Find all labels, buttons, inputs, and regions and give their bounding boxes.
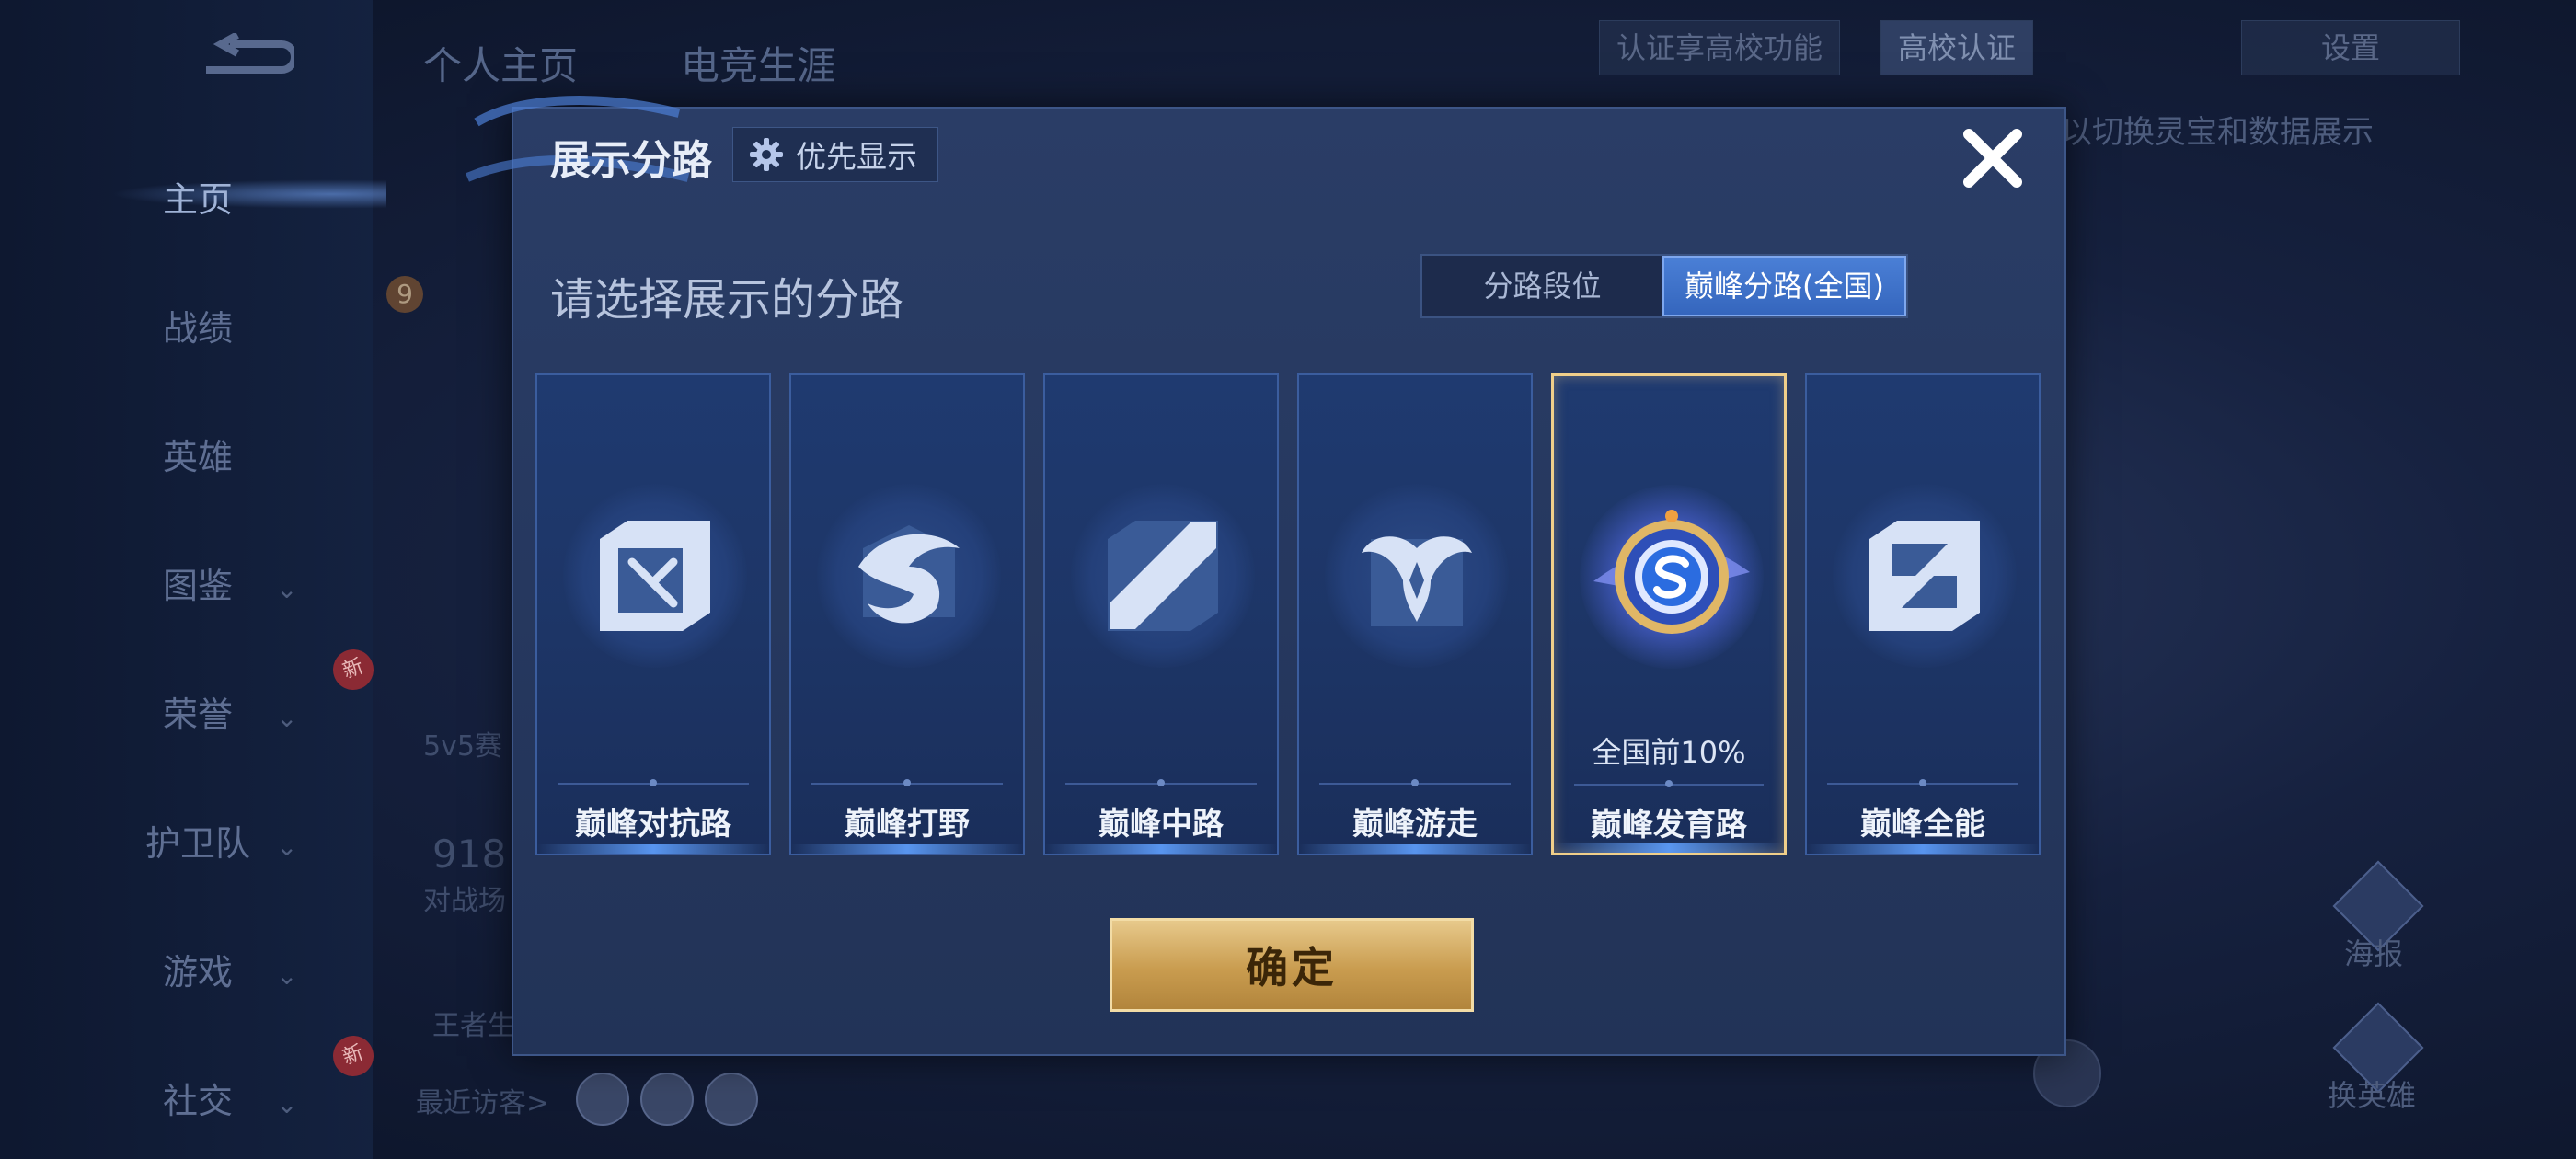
sidebar-item-codex[interactable]: 图鉴 ⌄ (138, 557, 350, 608)
recent-visitors-link[interactable]: 最近访客> (416, 1080, 549, 1120)
lane-type-toggle: 分路段位 巅峰分路(全国) (1420, 254, 1908, 318)
confirm-button[interactable]: 确定 (1110, 918, 1474, 1012)
blade-icon (1108, 521, 1218, 631)
sidebar-item-label: 图鉴 (162, 566, 233, 606)
level-badge: 9 (386, 276, 423, 313)
mode-text: 5v5赛 (423, 730, 502, 763)
tab-esports[interactable]: 电竞生涯 (681, 35, 835, 91)
lane-name: 巅峰中路 (1098, 806, 1224, 843)
emblem-icon (1593, 510, 1750, 634)
chevron-down-icon: ⌄ (276, 574, 298, 604)
stat-value: 918 (432, 832, 507, 877)
sidebar-item-label: 社交 (162, 1081, 233, 1121)
visitor-avatar[interactable] (640, 1073, 694, 1126)
lane-card-jungle[interactable]: 巅峰打野 (789, 373, 1025, 855)
king-text: 王者生 (432, 1010, 515, 1042)
card-divider (1574, 780, 1764, 787)
hint-text: 以切换灵宝和数据展示 (2061, 114, 2374, 151)
lane-rank: 全国前10% (1592, 735, 1746, 770)
chevron-down-icon: ⌄ (276, 832, 298, 862)
lane-card-all-round[interactable]: 巅峰全能 (1805, 373, 2041, 855)
card-divider (811, 779, 1003, 786)
lane-card-adc[interactable]: 全国前10% 巅峰发育路 (1551, 373, 1787, 855)
lane-card-top[interactable]: 巅峰对抗路 (535, 373, 771, 855)
lane-card-list: 巅峰对抗路 巅峰打野 巅峰中路 巅峰游走 全国前10% 巅峰发育路 巅峰全能 (535, 373, 2044, 857)
card-divider (558, 779, 749, 786)
visitor-avatar[interactable] (705, 1073, 758, 1126)
sword-icon (600, 521, 710, 631)
sidebar-item-label: 英雄 (162, 437, 233, 477)
close-icon[interactable] (1958, 123, 2028, 193)
priority-display-label: 优先显示 (796, 139, 917, 175)
card-divider (1319, 779, 1511, 786)
wings-icon (1362, 536, 1472, 626)
sidebar-item-label: 游戏 (162, 952, 233, 993)
card-divider (1827, 779, 2018, 786)
toggle-option-lane-rank[interactable]: 分路段位 (1422, 256, 1662, 316)
poster-label: 海报 (2344, 936, 2404, 971)
toggle-option-peak-lane[interactable]: 巅峰分路(全国) (1662, 256, 1906, 316)
stat-label: 对战场 (423, 885, 506, 917)
chevron-down-icon: ⌄ (276, 703, 298, 733)
chevron-down-icon: ⌄ (276, 1089, 298, 1119)
priority-display-button[interactable]: 优先显示 (732, 127, 938, 182)
confirm-label: 确定 (1246, 943, 1338, 993)
sidebar-item-guard[interactable]: 护卫队 ⌄ (138, 815, 350, 866)
lane-card-support[interactable]: 巅峰游走 (1297, 373, 1533, 855)
settings-button[interactable]: 设置 (2241, 20, 2460, 75)
sidebar-item-honor[interactable]: 荣誉 ⌄ (138, 686, 350, 737)
verify-hint: 认证享高校功能 (1599, 20, 1841, 75)
lane-name: 巅峰全能 (1860, 806, 1985, 843)
back-arrow-icon[interactable] (193, 33, 294, 81)
college-verify-button[interactable]: 高校认证 (1880, 20, 2034, 75)
lane-card-mid[interactable]: 巅峰中路 (1043, 373, 1279, 855)
sidebar-item-social[interactable]: 社交 ⌄ (138, 1073, 350, 1123)
sidebar-item-label: 护卫队 (144, 823, 250, 864)
modal-title: 展示分路 (550, 137, 712, 184)
lane-name: 巅峰发育路 (1591, 807, 1747, 843)
modal-subtitle: 请选择展示的分路 (550, 274, 904, 326)
gear-icon (750, 138, 783, 171)
visitor-avatar[interactable] (576, 1073, 629, 1126)
lane-name: 巅峰游走 (1352, 806, 1478, 843)
lane-display-modal: 展示分路 优先显示 请选择展示的分路 分路段位 巅峰分路(全国) 巅峰对抗路 巅… (466, 96, 2066, 1056)
lane-name: 巅峰打野 (845, 806, 970, 843)
switch-hero-label: 换英雄 (2328, 1078, 2417, 1113)
tab-profile[interactable]: 个人主页 (423, 35, 578, 91)
sidebar-item-game[interactable]: 游戏 ⌄ (138, 944, 350, 994)
sidebar-item-label: 荣誉 (162, 694, 233, 735)
all-round-icon (1869, 521, 1980, 631)
card-divider (1065, 779, 1257, 786)
sidebar-item-heroes[interactable]: 英雄 (138, 429, 350, 479)
sidebar-item-records[interactable]: 战绩 (138, 300, 350, 350)
dragon-icon (858, 525, 960, 624)
sidebar-item-home[interactable]: 主页 (138, 171, 350, 222)
chevron-down-icon: ⌄ (276, 960, 298, 991)
sidebar-item-label: 主页 (162, 179, 233, 220)
lane-name: 巅峰对抗路 (575, 806, 731, 843)
sidebar-item-label: 战绩 (162, 308, 233, 349)
